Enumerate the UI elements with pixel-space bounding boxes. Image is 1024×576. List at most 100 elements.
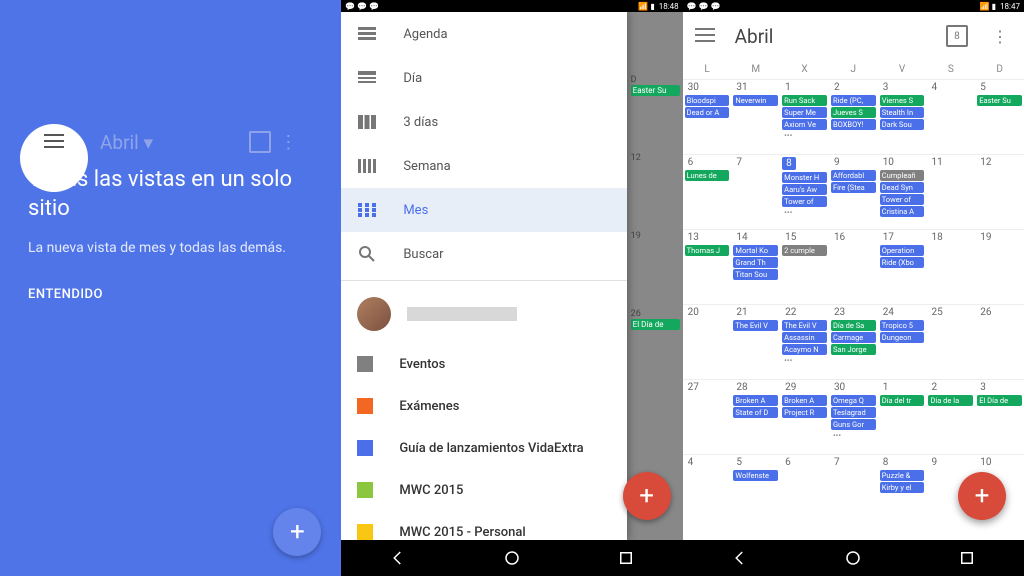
account-row[interactable] bbox=[341, 285, 627, 343]
day-cell[interactable]: 1Día del tr bbox=[878, 379, 927, 454]
nav-home-icon[interactable] bbox=[503, 549, 521, 567]
event-chip[interactable]: Omega Q bbox=[831, 395, 876, 406]
event-chip[interactable]: Tropico 5 bbox=[880, 320, 925, 331]
event-chip[interactable]: Thomas J bbox=[685, 245, 730, 256]
fab-add[interactable]: + bbox=[958, 472, 1006, 520]
day-cell[interactable]: 27 bbox=[683, 379, 732, 454]
day-cell[interactable]: 29Broken AProject R bbox=[780, 379, 829, 454]
day-cell[interactable]: 11 bbox=[926, 154, 975, 229]
day-cell[interactable]: 17OperationRide (Xbo bbox=[878, 229, 927, 304]
month-label[interactable]: Abril bbox=[735, 25, 926, 48]
event-chip[interactable]: Jueves S bbox=[831, 107, 876, 118]
day-cell[interactable]: 3El Día de bbox=[975, 379, 1024, 454]
day-cell[interactable]: 23Día de SaCarmageSan Jorge bbox=[829, 304, 878, 379]
day-cell[interactable]: 14Mortal KoGrand ThTitan Sou bbox=[731, 229, 780, 304]
day-cell[interactable]: 24Tropico 5Dungeon bbox=[878, 304, 927, 379]
day-cell[interactable]: 22The Evil VAssassinAcaymo N••• bbox=[780, 304, 829, 379]
event-chip[interactable]: Axiom Ve bbox=[782, 119, 827, 130]
event-chip[interactable]: Dungeon bbox=[880, 332, 925, 343]
event-chip[interactable]: Dead or A bbox=[685, 107, 730, 118]
event-chip[interactable]: Tower of bbox=[880, 194, 925, 205]
day-cell[interactable]: 12 bbox=[975, 154, 1024, 229]
event-chip[interactable]: Dead Syn bbox=[880, 182, 925, 193]
event-chip[interactable]: Project R bbox=[782, 407, 827, 418]
event-chip[interactable]: Carmage bbox=[831, 332, 876, 343]
calendar-item[interactable]: Exámenes bbox=[341, 385, 627, 427]
day-cell[interactable]: 30BloodspiDead or A bbox=[683, 79, 732, 154]
event-chip[interactable]: Assassin bbox=[782, 332, 827, 343]
drawer-view-day[interactable]: Día bbox=[341, 56, 627, 100]
drawer-view-threeday[interactable]: 3 días bbox=[341, 100, 627, 144]
day-cell[interactable]: 7 bbox=[731, 154, 780, 229]
event-chip[interactable]: Lunes de bbox=[685, 170, 730, 181]
day-cell[interactable]: 2Día de la bbox=[926, 379, 975, 454]
event-chip[interactable]: Stealth In bbox=[880, 107, 925, 118]
event-chip[interactable]: Viernes S bbox=[880, 95, 925, 106]
day-cell[interactable]: 19 bbox=[975, 229, 1024, 304]
calendar-item[interactable]: Guía de lanzamientos VidaExtra bbox=[341, 427, 627, 469]
today-icon[interactable]: 8 bbox=[946, 25, 968, 47]
calendar-item[interactable]: MWC 2015 bbox=[341, 469, 627, 511]
event-chip[interactable]: Wolfenste bbox=[733, 470, 778, 481]
day-cell[interactable]: 4 bbox=[683, 454, 732, 529]
event-chip[interactable]: State of D bbox=[733, 407, 778, 418]
day-cell[interactable]: 9AffordablFire (Stea bbox=[829, 154, 878, 229]
day-cell[interactable]: 13Thomas J bbox=[683, 229, 732, 304]
day-cell[interactable]: 20 bbox=[683, 304, 732, 379]
day-cell[interactable]: 1Run SackSuper MeAxiom Ve••• bbox=[780, 79, 829, 154]
drawer-view-month[interactable]: Mes bbox=[341, 188, 627, 232]
event-chip[interactable]: Puzzle & bbox=[880, 470, 925, 481]
day-cell[interactable]: 28Broken AState of D bbox=[731, 379, 780, 454]
event-chip[interactable]: Grand Th bbox=[733, 257, 778, 268]
event-chip[interactable]: Aaru's Aw bbox=[782, 184, 827, 195]
nav-recent-icon[interactable] bbox=[958, 549, 976, 567]
event-chip[interactable]: The Evil V bbox=[782, 320, 827, 331]
fab-add[interactable]: + bbox=[273, 508, 321, 556]
day-cell[interactable]: 5Wolfenste bbox=[731, 454, 780, 529]
event-chip[interactable]: Dark Sou bbox=[880, 119, 925, 130]
day-cell[interactable]: 2Ride (PC,Jueves SBOXBOY! bbox=[829, 79, 878, 154]
overflow-icon[interactable]: ⋮ bbox=[988, 23, 1012, 50]
event-chip[interactable]: Titan Sou bbox=[733, 269, 778, 280]
drawer-view-search[interactable]: Buscar bbox=[341, 232, 627, 276]
menu-icon[interactable] bbox=[36, 125, 72, 160]
event-chip[interactable]: Affordabl bbox=[831, 170, 876, 181]
day-cell[interactable]: 8Puzzle &Kirby y el bbox=[878, 454, 927, 529]
event-chip[interactable]: Cumpleañ bbox=[880, 170, 925, 181]
day-cell[interactable]: 6 bbox=[780, 454, 829, 529]
event-chip[interactable]: Mortal Ko bbox=[733, 245, 778, 256]
day-cell[interactable]: 26 bbox=[975, 304, 1024, 379]
event-chip[interactable]: Acaymo N bbox=[782, 344, 827, 355]
overflow-icon[interactable]: ⋮ bbox=[271, 124, 305, 161]
event-chip[interactable]: Guns Gor bbox=[831, 419, 876, 430]
event-chip[interactable]: The Evil V bbox=[733, 320, 778, 331]
event-chip[interactable]: Bloodspi bbox=[685, 95, 730, 106]
month-label[interactable]: Abril ▾ bbox=[100, 131, 153, 154]
menu-icon[interactable] bbox=[695, 27, 715, 46]
event-chip[interactable]: Run Sack bbox=[782, 95, 827, 106]
event-chip[interactable]: Día de la bbox=[928, 395, 973, 406]
event-chip[interactable]: Ride (PC, bbox=[831, 95, 876, 106]
event-chip[interactable]: Monster H bbox=[782, 172, 827, 183]
drawer-view-agenda[interactable]: Agenda bbox=[341, 12, 627, 56]
day-cell[interactable]: 7 bbox=[829, 454, 878, 529]
calendar-item[interactable]: Eventos bbox=[341, 343, 627, 385]
day-cell[interactable]: 6Lunes de bbox=[683, 154, 732, 229]
day-cell[interactable]: 25 bbox=[926, 304, 975, 379]
event-chip[interactable]: Fire (Stea bbox=[831, 182, 876, 193]
calendar-item[interactable]: MWC 2015 - Personal bbox=[341, 511, 627, 540]
event-chip[interactable]: Broken A bbox=[782, 395, 827, 406]
day-cell[interactable]: 30Omega QTeslagradGuns Gor••• bbox=[829, 379, 878, 454]
day-cell[interactable]: 5Easter Su bbox=[975, 79, 1024, 154]
day-cell[interactable]: 152 cumple bbox=[780, 229, 829, 304]
event-chip[interactable]: Ride (Xbo bbox=[880, 257, 925, 268]
event-chip[interactable]: El Día de bbox=[977, 395, 1022, 406]
event-chip[interactable]: Kirby y el bbox=[880, 482, 925, 493]
event-chip[interactable]: 2 cumple bbox=[782, 245, 827, 256]
event-chip[interactable]: Tower of bbox=[782, 196, 827, 207]
day-cell[interactable]: 21The Evil V bbox=[731, 304, 780, 379]
event-chip[interactable]: Super Me bbox=[782, 107, 827, 118]
day-cell[interactable]: 16 bbox=[829, 229, 878, 304]
event-chip[interactable]: Broken A bbox=[733, 395, 778, 406]
drawer-view-week[interactable]: Semana bbox=[341, 144, 627, 188]
